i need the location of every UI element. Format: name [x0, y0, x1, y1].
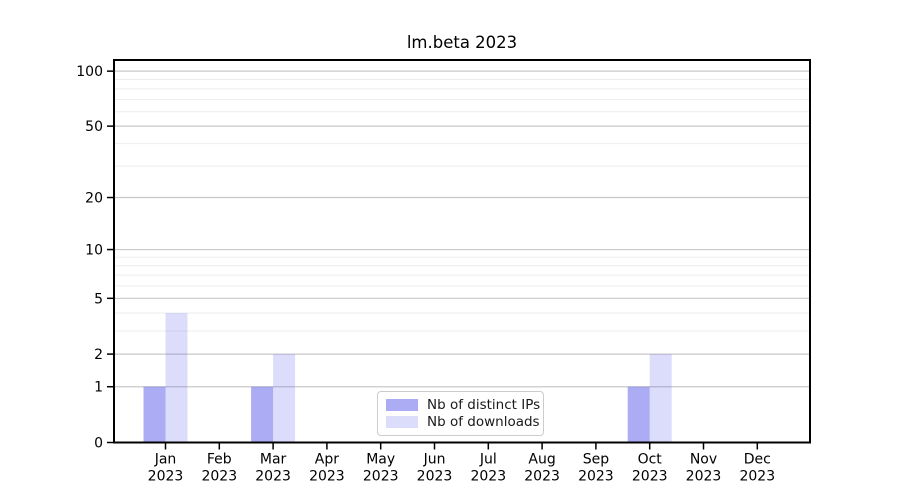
legend-item-distinct-ips: Nb of distinct IPs [386, 397, 534, 413]
legend-label-downloads: Nb of downloads [427, 414, 540, 430]
y-tick-label: 0 [94, 436, 103, 452]
x-tick-label-month: Jul [479, 452, 497, 468]
x-tick-label-year: 2023 [470, 469, 506, 485]
y-tick-label: 5 [94, 291, 103, 307]
x-tick-label-year: 2023 [201, 469, 237, 485]
legend-swatch-distinct-ips [386, 399, 418, 411]
x-tick-label-month: Aug [528, 452, 555, 468]
x-tick-label-month: Jan [154, 452, 177, 468]
x-tick-label-year: 2023 [417, 469, 453, 485]
x-tick-label-month: Mar [260, 452, 287, 468]
x-tick-label-year: 2023 [578, 469, 614, 485]
x-tick-label-year: 2023 [148, 469, 184, 485]
y-tick-label: 20 [85, 191, 103, 207]
x-tick-label-year: 2023 [686, 469, 722, 485]
x-tick-label-year: 2023 [632, 469, 668, 485]
x-tick-label-year: 2023 [524, 469, 560, 485]
bar-downloads [273, 354, 295, 442]
bar-downloads [166, 313, 188, 443]
x-tick-label-month: May [366, 452, 395, 468]
chart-figure: lm.beta 2023 0125102050100Jan2023Feb2023… [0, 0, 900, 500]
y-tick-label: 50 [85, 119, 103, 135]
x-tick-label-year: 2023 [309, 469, 345, 485]
x-tick-label-year: 2023 [255, 469, 291, 485]
x-tick-label-month: Oct [638, 452, 663, 468]
bar-distinct-ips [628, 387, 650, 443]
x-tick-label-month: Nov [690, 452, 717, 468]
x-tick-label-month: Sep [583, 452, 610, 468]
legend-label-distinct-ips: Nb of distinct IPs [427, 397, 540, 413]
x-tick-label-month: Jun [423, 452, 446, 468]
plot-frame [114, 60, 810, 443]
y-tick-label: 10 [85, 243, 103, 259]
x-tick-label-year: 2023 [363, 469, 399, 485]
y-tick-label: 2 [94, 347, 103, 363]
x-tick-label-year: 2023 [739, 469, 775, 485]
bar-distinct-ips [251, 387, 273, 443]
x-tick-label-month: Feb [207, 452, 232, 468]
y-tick-label: 1 [94, 380, 103, 396]
x-tick-label-month: Apr [315, 452, 339, 468]
legend-swatch-downloads [386, 416, 418, 428]
legend-item-downloads: Nb of downloads [386, 414, 534, 430]
bar-downloads [650, 354, 672, 442]
bar-distinct-ips [144, 387, 166, 443]
x-tick-label-month: Dec [744, 452, 771, 468]
legend: Nb of distinct IPs Nb of downloads [377, 391, 544, 436]
y-tick-label: 100 [76, 64, 103, 80]
